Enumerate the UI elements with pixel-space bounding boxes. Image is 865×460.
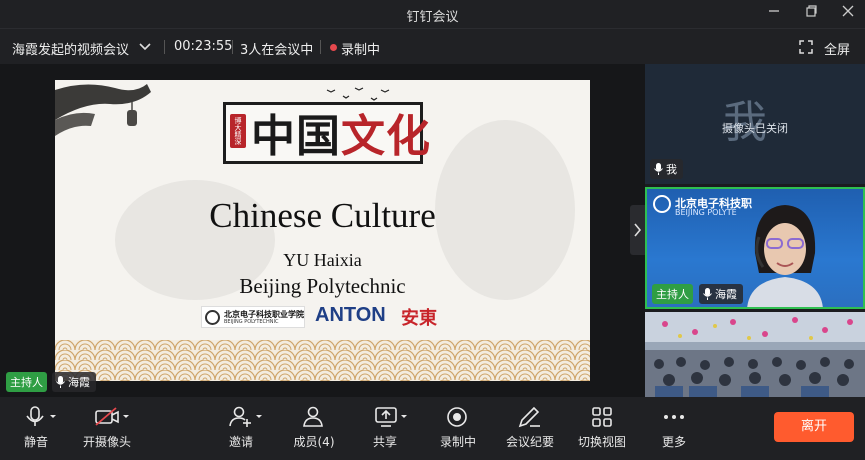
grid-view-icon (592, 407, 612, 427)
invite-button[interactable]: 邀请 (222, 405, 268, 453)
presenter-name: 海霞 (68, 376, 90, 389)
meeting-info-bar: 海霞发起的视频会议 00:23:55 3人在会议中 录制中 全屏 (0, 28, 865, 64)
microphone-icon (703, 288, 712, 300)
camera-off-icon (95, 407, 129, 426)
minutes-icon (518, 406, 540, 428)
wave-pattern (55, 340, 590, 381)
microphone-icon (26, 406, 56, 426)
collapse-sidebar-button[interactable] (630, 205, 646, 255)
participant-count: 3人在会议中 (240, 43, 314, 58)
share-screen-icon (375, 407, 407, 427)
divider (232, 40, 233, 54)
participant-panel: 我 摄像头已关闭 我 北京电子科技职 BEIJING POLYTE 主持人 海霞 (645, 64, 865, 397)
presentation-slide: 博大精深 中国文化 Chinese Culture YU Haixia Beij… (55, 80, 590, 381)
camera-off-status: 摄像头已关闭 (722, 122, 788, 135)
meeting-minutes-button[interactable]: 会议纪要 (504, 405, 556, 453)
fullscreen-button[interactable]: 全屏 (824, 39, 850, 58)
meeting-name[interactable]: 海霞发起的视频会议 (12, 39, 129, 58)
window-title: 钉钉会议 (406, 10, 459, 25)
slide-english-title: Chinese Culture (209, 196, 436, 235)
school-emblem-icon (653, 195, 671, 213)
maximize-icon (806, 5, 817, 17)
fullscreen-icon[interactable] (799, 40, 813, 54)
shared-screen-stage: 博大精深 中国文化 Chinese Culture YU Haixia Beij… (0, 64, 645, 397)
host-badge: 主持人 (652, 284, 693, 304)
chevron-down-icon[interactable] (138, 40, 152, 54)
host-name-label: 海霞 (699, 284, 743, 304)
members-button[interactable]: 成员(4) (292, 405, 338, 453)
recording-status: 录制中 (341, 43, 381, 58)
meeting-timer: 00:23:55 (174, 39, 233, 54)
recording-dot-icon (330, 44, 337, 51)
mute-label: 静音 (23, 435, 48, 449)
add-user-icon (229, 406, 262, 427)
title-part-wenhua: 文化 (341, 111, 431, 162)
share-button[interactable]: 共享 (370, 405, 416, 453)
self-name: 我 (666, 163, 677, 176)
switch-view-label: 切换视图 (577, 435, 626, 449)
close-button[interactable] (836, 4, 860, 24)
camera-button[interactable]: 开摄像头 (82, 405, 138, 453)
participant-tile-host[interactable]: 北京电子科技职 BEIJING POLYTE 主持人 海霞 (645, 187, 865, 309)
anton-logo-cn: 安東 (401, 308, 437, 329)
host-badge: 主持人 (6, 372, 47, 392)
bottom-toolbar: 静音 开摄像头 邀请 成员(4) 共享 录制中 会议纪要 切换视图 更多 离开 (0, 397, 865, 460)
participant-tile-self[interactable]: 我 摄像头已关闭 我 (645, 64, 865, 184)
eave-dragon-icon (55, 84, 151, 136)
invite-label: 邀请 (228, 435, 253, 449)
close-icon (842, 5, 854, 17)
host-name: 海霞 (715, 288, 737, 301)
divider (320, 40, 321, 54)
more-icon (664, 415, 684, 419)
title-bar: 钉钉会议 (0, 0, 865, 28)
self-avatar: 我 (723, 97, 767, 148)
self-name-label: 我 (650, 159, 683, 179)
leave-button[interactable]: 离开 (774, 412, 854, 442)
classroom-video-feed (645, 312, 865, 397)
recording-button[interactable]: 录制中 (438, 405, 478, 453)
more-label: 更多 (661, 435, 686, 449)
record-icon (447, 407, 467, 427)
red-seal: 博大精深 (230, 114, 246, 148)
maximize-button[interactable] (799, 4, 823, 24)
participant-tile-classroom[interactable] (645, 312, 865, 397)
host-video-feed (747, 205, 823, 307)
slide-author: YU Haixia (283, 250, 362, 270)
minimize-icon (769, 10, 779, 12)
logo-text-en: BEIJING POLYTECHNIC (224, 319, 279, 325)
switch-view-button[interactable]: 切换视图 (576, 405, 628, 453)
recording-label: 录制中 (439, 435, 476, 449)
mute-button[interactable]: 静音 (16, 405, 62, 453)
beijing-polytechnic-logo: 北京电子科技职业学院 BEIJING POLYTECHNIC (201, 306, 305, 328)
more-button[interactable]: 更多 (656, 405, 692, 453)
camera-label: 开摄像头 (82, 435, 131, 449)
anton-logo: ANTON (315, 304, 386, 326)
microphone-icon (56, 376, 65, 388)
chevron-right-icon (634, 223, 642, 237)
title-part-zhongguo: 中国 (251, 111, 341, 162)
slide-school: Beijing Polytechnic (239, 274, 406, 298)
school-emblem-icon (205, 310, 220, 325)
meeting-minutes-label: 会议纪要 (505, 435, 554, 449)
user-icon (303, 406, 323, 427)
members-label: 成员(4) (293, 435, 335, 449)
divider (164, 40, 165, 54)
presenter-name-label: 海霞 (52, 372, 96, 392)
share-label: 共享 (372, 435, 397, 449)
minimize-button[interactable] (762, 4, 786, 24)
microphone-icon (654, 163, 663, 175)
slide-chinese-title: 中国文化 (251, 100, 431, 164)
